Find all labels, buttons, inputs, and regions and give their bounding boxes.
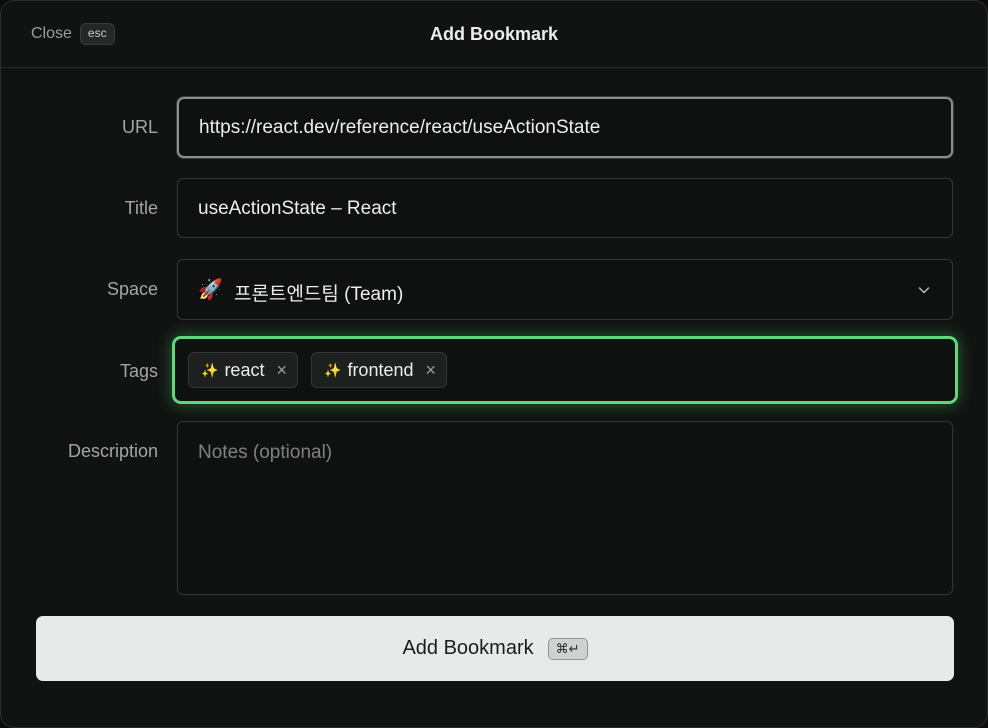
title-field[interactable]: useActionState – React: [177, 178, 953, 238]
url-field[interactable]: https://react.dev/reference/react/useAct…: [177, 97, 953, 158]
space-label: Space: [106, 279, 158, 299]
rocket-icon: 🚀: [198, 279, 223, 301]
url-label: URL: [121, 117, 158, 137]
add-bookmark-dialog: Close esc Add Bookmark URL https://react…: [0, 0, 988, 728]
add-bookmark-label: Add Bookmark: [402, 637, 534, 659]
tag-label: frontend: [347, 359, 414, 380]
add-bookmark-button[interactable]: Add Bookmark ⌘↵: [36, 616, 954, 681]
tag-chip: ✨ frontend ×: [311, 352, 448, 388]
submit-shortcut-badge: ⌘↵: [547, 637, 588, 660]
space-value: 프론트엔드팀 (Team): [234, 284, 404, 305]
tag-label: react: [224, 359, 265, 380]
description-label: Description: [67, 441, 158, 461]
sparkles-icon: ✨: [324, 361, 342, 378]
sparkles-icon: ✨: [201, 361, 219, 378]
dialog-header: Close esc Add Bookmark: [1, 1, 987, 68]
title-label: Title: [124, 198, 158, 218]
description-placeholder: Notes (optional): [198, 442, 333, 463]
dialog-title: Add Bookmark: [429, 24, 559, 44]
tag-remove-icon[interactable]: ×: [276, 360, 287, 381]
chevron-down-icon: [918, 287, 930, 294]
url-value: https://react.dev/reference/react/useAct…: [199, 117, 601, 138]
tag-remove-icon[interactable]: ×: [426, 360, 437, 381]
tags-input[interactable]: ✨ react × ✨ frontend ×: [172, 336, 958, 404]
title-value: useActionState – React: [198, 198, 397, 219]
tag-chip: ✨ react ×: [188, 352, 298, 388]
tags-label: Tags: [119, 361, 158, 381]
space-select[interactable]: 🚀 프론트엔드팀 (Team): [177, 259, 953, 320]
description-textarea[interactable]: Notes (optional): [177, 421, 953, 595]
